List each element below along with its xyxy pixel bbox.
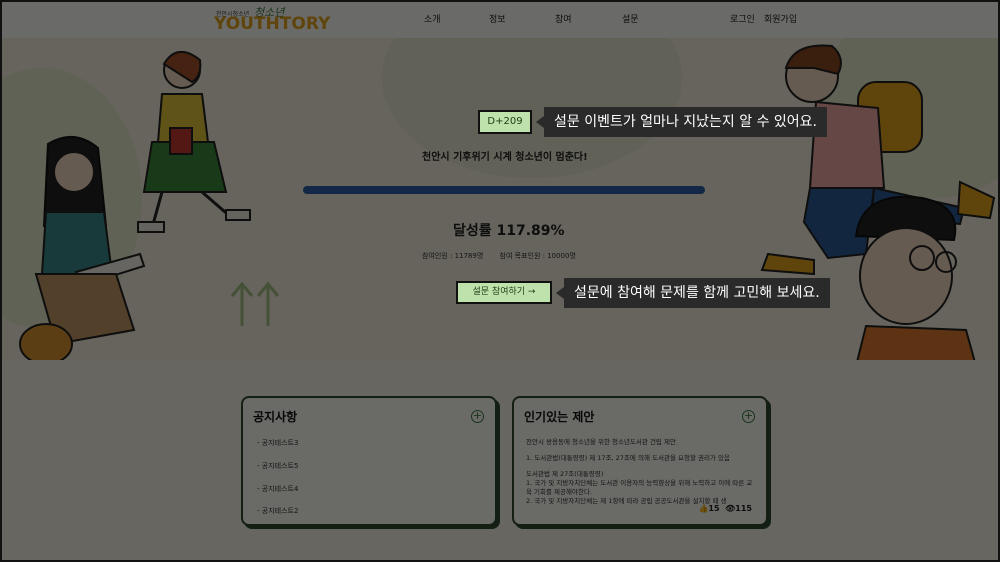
hero-section: 천안시 기후위기 시계 청소년이 멈춘다! 달성률 117.89% 참여인원 :…	[2, 38, 998, 360]
notice-title: 공지사항	[253, 410, 298, 424]
notice-item[interactable]: - 공지테스트5	[257, 461, 298, 471]
dday-badge: D+209	[478, 110, 532, 134]
join-survey-button[interactable]: 설문 참여하기 →	[456, 281, 552, 304]
eye-icon: 👁	[725, 504, 736, 513]
campaign-headline: 천안시 기후위기 시계 청소년이 멈춘다!	[422, 152, 588, 163]
notice-item[interactable]: - 공지테스트4	[257, 484, 298, 494]
illustration-girl-reading	[19, 136, 146, 360]
join-tooltip: 설문에 참여해 문제를 함께 고민해 보세요.	[564, 278, 830, 308]
popular-line: 천안시 쌍용동에 청소년을 위한 청소년도서관 건립 제안	[526, 438, 676, 446]
progress-bar	[303, 186, 705, 194]
nav-info[interactable]: 정보	[489, 12, 506, 25]
lower-section	[2, 360, 998, 560]
nav-about[interactable]: 소개	[424, 12, 441, 25]
site-header: 천안시청소년 청소년 YOUTHTORY 소개 정보 참여 설문 로그인 회원가…	[2, 2, 998, 38]
logo-wordmark: YOUTHTORY	[214, 14, 331, 34]
decorative-arrows-icon	[230, 281, 280, 326]
popular-title: 인기있는 제안	[524, 410, 595, 424]
notice-item[interactable]: - 공지테스트2	[257, 506, 298, 516]
tooltip-arrow-icon	[536, 116, 544, 128]
illustration-boy-glasses	[854, 196, 976, 360]
notice-card: 공지사항 + - 공지테스트3 - 공지테스트5 - 공지테스트4 - 공지테스…	[241, 396, 497, 526]
participant-counts: 참여인원 : 11789명 참여 목표인원 : 10000명	[422, 251, 590, 261]
signup-link[interactable]: 회원가입	[764, 12, 797, 25]
achievement-rate: 달성률 117.89%	[453, 223, 565, 239]
participant-count: 참여인원 : 11789명	[422, 252, 484, 260]
nav-survey[interactable]: 설문	[622, 12, 639, 25]
like-count: 15	[708, 504, 720, 513]
login-link[interactable]: 로그인	[730, 12, 755, 25]
popular-line: 도서관법 제 27조(대통령령)	[526, 470, 604, 478]
thumbs-up-icon: 👍	[698, 504, 709, 513]
logo[interactable]: 천안시청소년 청소년 YOUTHTORY	[214, 6, 330, 36]
target-count: 참여 목표인원 : 10000명	[499, 252, 576, 260]
view-count: 115	[735, 504, 752, 513]
dday-tooltip: 설문 이벤트가 얼마나 지났는지 알 수 있어요.	[544, 107, 827, 137]
notice-item[interactable]: - 공지테스트3	[257, 438, 298, 448]
nav-participate[interactable]: 참여	[555, 12, 572, 25]
page-frame: 천안시청소년 청소년 YOUTHTORY 소개 정보 참여 설문 로그인 회원가…	[0, 0, 1000, 562]
popular-card: 인기있는 제안 + 천안시 쌍용동에 청소년을 위한 청소년도서관 건립 제안 …	[512, 396, 768, 526]
tooltip-arrow-icon	[556, 287, 564, 299]
popular-more-plus-icon[interactable]: +	[742, 410, 755, 423]
popular-line: 1. 국가 및 지방자치단체는 도서관 이용자의 능력향상을 위해 노력하고 이…	[526, 479, 753, 496]
popular-line: 1. 도서관법(대통령령) 제 17조, 27조에 의해 도서관을 요청할 권리…	[526, 454, 730, 462]
popular-proposal-text[interactable]: 천안시 쌍용동에 청소년을 위한 청소년도서관 건립 제안 1. 도서관법(대통…	[526, 438, 758, 513]
popular-stats: 👍15 👁115	[698, 504, 752, 513]
notice-more-plus-icon[interactable]: +	[471, 410, 484, 423]
